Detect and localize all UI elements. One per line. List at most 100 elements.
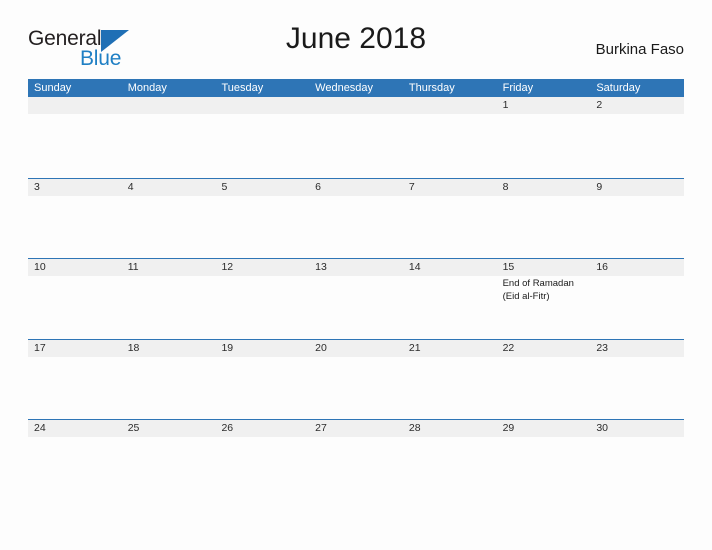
day-event — [34, 437, 122, 439]
day-number — [34, 97, 122, 114]
day-event — [596, 114, 684, 116]
calendar-week-row: 1 2 — [28, 97, 684, 178]
day-cell[interactable]: 7 — [403, 179, 497, 259]
day-cell-holiday[interactable]: 15 End of Ramadan (Eid al-Fitr) — [497, 259, 591, 339]
day-cell[interactable]: 3 — [28, 179, 122, 259]
day-event — [503, 114, 591, 116]
day-cell[interactable]: 6 — [309, 179, 403, 259]
day-event — [315, 276, 403, 278]
day-number: 27 — [315, 422, 327, 434]
day-number — [409, 97, 497, 114]
day-cell[interactable]: 25 — [122, 420, 216, 500]
day-event — [596, 437, 684, 439]
day-event — [221, 114, 309, 116]
day-number: 10 — [34, 261, 46, 273]
day-number: 21 — [408, 341, 421, 354]
day-event — [503, 196, 591, 198]
day-event — [128, 357, 216, 359]
day-cell[interactable] — [122, 97, 216, 178]
calendar-week-row: 17 18 19 20 21 22 23 — [28, 338, 684, 420]
day-cell[interactable]: 4 — [122, 179, 216, 259]
page-title: June 2018 — [285, 22, 427, 55]
day-number: 9 — [596, 180, 603, 193]
day-number: 25 — [127, 422, 140, 434]
weekday-header-row: Sunday Monday Tuesday Wednesday Thursday… — [28, 79, 684, 97]
day-number: 1 — [502, 99, 509, 111]
day-event — [221, 196, 309, 198]
day-event — [315, 196, 403, 198]
day-cell[interactable]: 30 — [590, 420, 684, 500]
day-cell[interactable]: 24 — [28, 420, 122, 500]
day-number: 16 — [596, 261, 608, 273]
day-cell[interactable]: 28 — [403, 420, 497, 500]
day-cell[interactable]: 2 — [590, 97, 684, 178]
weekday-thursday: Thursday — [408, 82, 455, 94]
day-cell[interactable]: 18 — [122, 340, 216, 420]
day-event — [409, 114, 497, 116]
day-event — [34, 114, 122, 116]
calendar-week-row: 3 4 5 6 7 8 9 — [28, 177, 684, 259]
day-cell[interactable]: 11 — [122, 259, 216, 339]
day-event — [34, 276, 122, 278]
weekday-monday: Monday — [127, 82, 167, 94]
day-cell[interactable] — [309, 97, 403, 178]
day-event — [221, 357, 309, 359]
day-event — [409, 276, 497, 278]
day-cell[interactable]: 5 — [215, 179, 309, 259]
day-number: 26 — [221, 422, 234, 434]
day-cell[interactable]: 26 — [215, 420, 309, 500]
day-number: 19 — [221, 341, 234, 354]
day-cell[interactable]: 17 — [28, 340, 122, 420]
day-event — [128, 114, 216, 116]
day-cell[interactable]: 23 — [590, 340, 684, 420]
day-number: 17 — [34, 341, 46, 354]
day-event — [34, 357, 122, 359]
day-number: 7 — [408, 180, 415, 193]
day-event — [503, 357, 591, 359]
day-cell[interactable]: 9 — [590, 179, 684, 259]
page-header: General Blue June 2018 Burkina Faso — [28, 22, 684, 70]
day-number: 20 — [315, 341, 327, 354]
calendar-week-row: 10 11 12 13 14 15 End of Ramadan (Eid al… — [28, 258, 684, 339]
day-cell[interactable]: 13 — [309, 259, 403, 339]
day-event — [596, 357, 684, 359]
calendar-page: General Blue June 2018 Burkina Faso Sund… — [0, 0, 712, 550]
day-cell[interactable]: 1 — [497, 97, 591, 178]
day-cell[interactable] — [403, 97, 497, 178]
day-number: 8 — [502, 180, 509, 193]
day-cell[interactable]: 16 — [590, 259, 684, 339]
day-cell[interactable]: 29 — [497, 420, 591, 500]
day-cell[interactable]: 8 — [497, 179, 591, 259]
day-event — [221, 276, 309, 278]
weekday-tuesday: Tuesday — [221, 82, 264, 94]
day-cell[interactable]: 10 — [28, 259, 122, 339]
day-number: 15 — [502, 261, 515, 273]
day-cell[interactable]: 12 — [215, 259, 309, 339]
day-event — [409, 357, 497, 359]
day-number: 12 — [221, 261, 234, 273]
day-event — [409, 437, 497, 439]
day-number — [221, 97, 309, 114]
day-cell[interactable]: 22 — [497, 340, 591, 420]
day-cell[interactable]: 21 — [403, 340, 497, 420]
day-number: 30 — [596, 422, 608, 434]
day-event — [409, 196, 497, 198]
day-cell[interactable]: 14 — [403, 259, 497, 339]
day-cell[interactable]: 20 — [309, 340, 403, 420]
day-cell[interactable] — [28, 97, 122, 178]
day-event — [128, 196, 216, 198]
day-event — [34, 196, 122, 198]
day-number: 23 — [596, 341, 608, 354]
day-number: 4 — [127, 180, 134, 193]
day-number: 14 — [408, 261, 421, 273]
day-cell[interactable] — [215, 97, 309, 178]
day-cell[interactable]: 19 — [215, 340, 309, 420]
day-number — [128, 97, 216, 114]
day-event — [315, 114, 403, 116]
day-number: 2 — [596, 99, 603, 111]
day-event — [315, 357, 403, 359]
day-event — [596, 196, 684, 198]
day-number: 5 — [221, 180, 228, 193]
calendar-week-row: 24 25 26 27 28 29 30 — [28, 419, 684, 500]
day-cell[interactable]: 27 — [309, 420, 403, 500]
